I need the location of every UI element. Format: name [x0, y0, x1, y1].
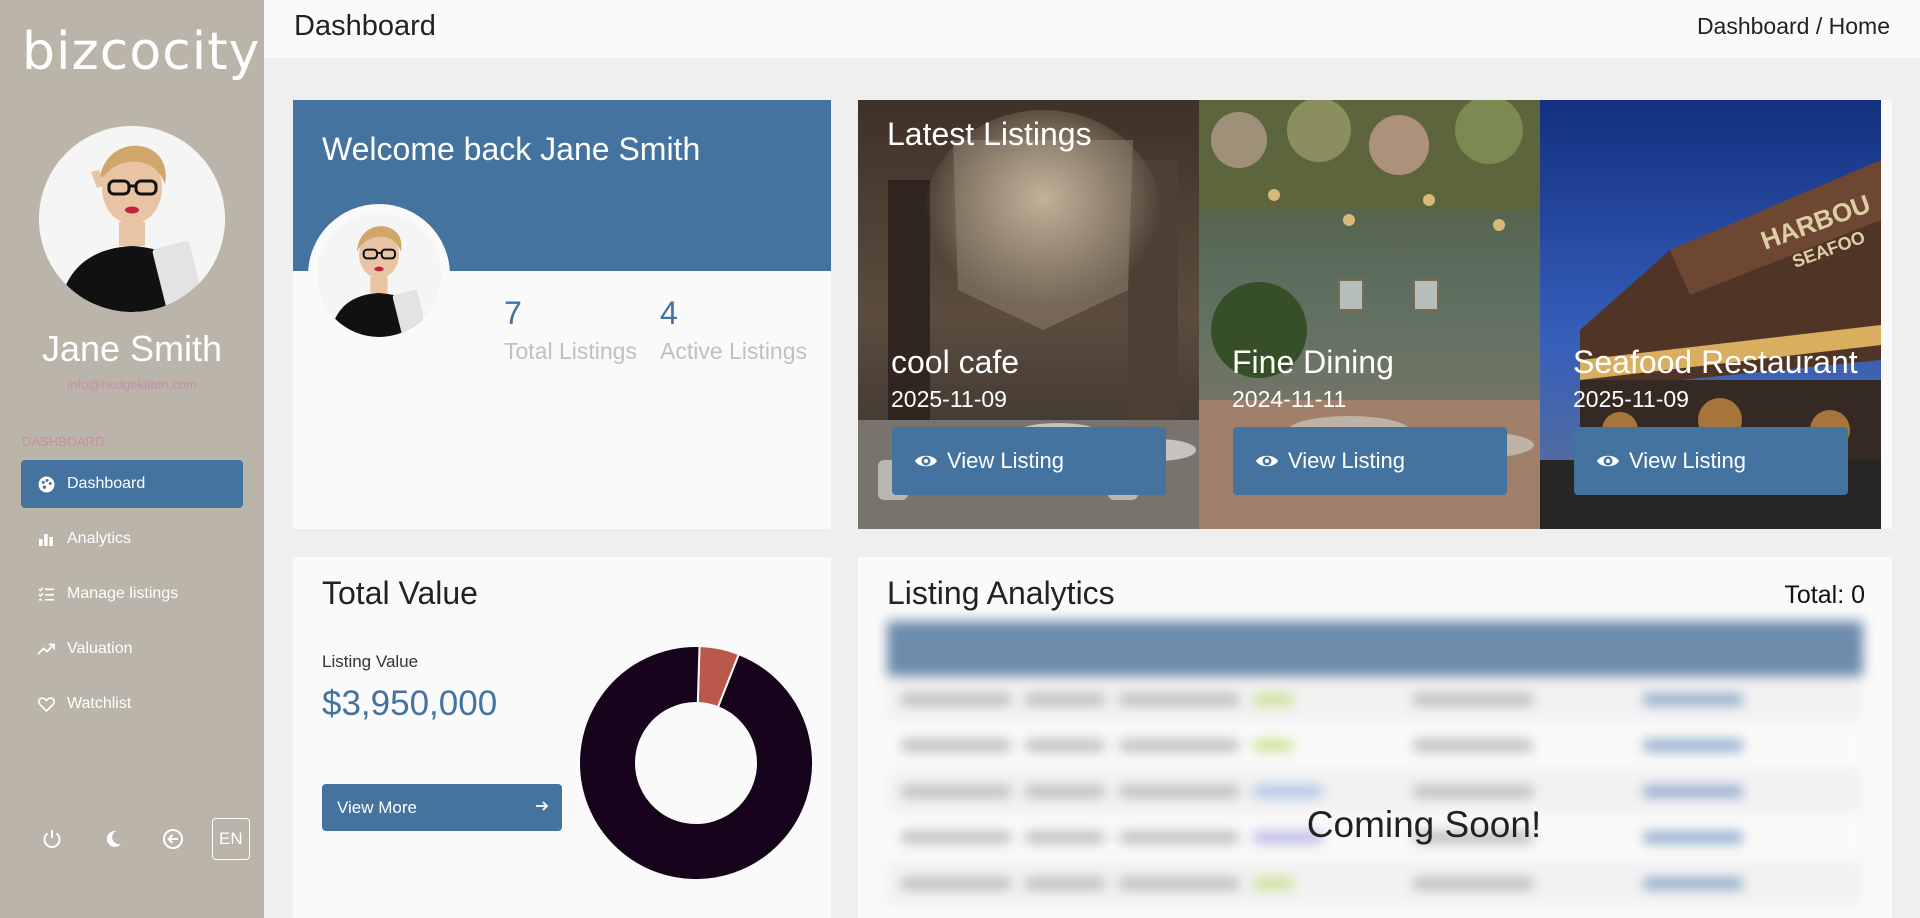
- stat-value: 4: [660, 295, 678, 331]
- welcome-title: Welcome back Jane Smith: [322, 131, 701, 167]
- palette-icon: [35, 473, 57, 495]
- heart-icon: [35, 693, 57, 715]
- collapse-sidebar-button[interactable]: [157, 822, 190, 856]
- sidebar-item-valuation[interactable]: Valuation: [21, 625, 243, 673]
- sidebar-footer: EN: [36, 818, 251, 860]
- moon-icon: [106, 830, 121, 847]
- sidebar-item-label: Watchlist: [67, 695, 132, 712]
- listing-value-label: Listing Value: [322, 652, 419, 671]
- breadcrumb-separator: /: [1809, 13, 1829, 39]
- bar-chart-icon: [35, 528, 57, 550]
- eye-icon: [914, 452, 938, 470]
- table-row: [887, 676, 1863, 722]
- donut-slice-2[interactable]: [578, 645, 814, 881]
- listing-analytics-card: Listing Analytics Total: 0 Coming Soon!: [858, 557, 1892, 918]
- avatar-portrait: [317, 213, 441, 337]
- list-check-icon: [35, 583, 57, 605]
- breadcrumb: Dashboard / Home: [1697, 13, 1890, 40]
- blurred-analytics-table: [887, 621, 1863, 918]
- view-listing-label: View Listing: [947, 448, 1064, 473]
- listing-name: Fine Dining: [1232, 344, 1394, 380]
- view-listing-button[interactable]: View Listing: [892, 427, 1166, 495]
- eye-icon: [1255, 452, 1279, 470]
- user-email: info@hedgekitten.com: [67, 377, 197, 392]
- view-listing-label: View Listing: [1288, 448, 1405, 473]
- table-row: [887, 722, 1863, 768]
- sidebar-section-label: DASHBOARD: [22, 434, 105, 449]
- circle-arrow-left-icon: [163, 829, 184, 849]
- listing-date: 2024-11-11: [1232, 386, 1347, 412]
- avatar[interactable]: [308, 204, 450, 346]
- total-value-title: Total Value: [322, 575, 478, 611]
- listing-value-amount: $3,950,000: [322, 684, 498, 723]
- table-body: [887, 676, 1863, 918]
- top-bar: Dashboard Dashboard / Home: [264, 0, 1920, 58]
- table-row: [887, 860, 1863, 906]
- latest-listings-title: Latest Listings: [887, 116, 1092, 152]
- listing-slide: Fine Dining 2024-11-11 View Listing: [1199, 100, 1540, 529]
- theme-toggle-button[interactable]: [97, 822, 130, 856]
- view-listing-label: View Listing: [1629, 448, 1746, 473]
- listing-date: 2025-11-09: [891, 386, 1007, 412]
- stat-label: Total Listings: [504, 338, 637, 364]
- user-name: Jane Smith: [41, 328, 223, 369]
- arrow-right-icon: [534, 798, 550, 819]
- breadcrumb-dashboard[interactable]: Dashboard: [1697, 13, 1810, 39]
- listing-date: 2025-11-09: [1573, 386, 1689, 412]
- listing-slide: cool cafe 2025-11-09 View Listing: [858, 100, 1199, 529]
- sidebar-item-label: Dashboard: [67, 475, 146, 492]
- avatar[interactable]: [39, 126, 225, 312]
- stat-active-listings: 4 Active Listings: [660, 295, 807, 365]
- listing-analytics-title: Listing Analytics: [887, 575, 1115, 611]
- sidebar-item-analytics[interactable]: Analytics: [21, 515, 243, 563]
- total-value-card: Total Value Listing Value $3,950,000 Vie…: [293, 557, 831, 918]
- power-button[interactable]: [36, 822, 69, 856]
- power-icon: [43, 830, 61, 848]
- value-donut-chart: [578, 645, 814, 881]
- latest-listings-card: Latest Listings cool cafe 2025-11-09 Vie…: [858, 100, 1892, 529]
- listing-slide: HARBOU SEAFOO Seafood Restaurant 2025-11…: [1540, 100, 1881, 529]
- sidebar-item-label: Manage listings: [67, 585, 179, 602]
- sidebar-item-label: Valuation: [67, 640, 133, 657]
- stat-label: Active Listings: [660, 338, 808, 364]
- breadcrumb-home: Home: [1828, 13, 1890, 39]
- sidebar-item-watchlist[interactable]: Watchlist: [21, 680, 243, 728]
- trending-up-icon: [35, 638, 57, 660]
- table-header: [887, 621, 1863, 676]
- view-listing-button[interactable]: View Listing: [1574, 427, 1848, 495]
- listing-analytics-total: Total: 0: [1784, 581, 1865, 609]
- listing-name: Seafood Restaurant: [1573, 344, 1858, 380]
- sidebar-item-manage-listings[interactable]: Manage listings: [21, 570, 243, 618]
- welcome-card: Welcome back Jane Smith 7 Total Listings…: [293, 100, 831, 529]
- view-more-label: View More: [337, 797, 417, 817]
- view-more-button[interactable]: View More: [322, 784, 562, 831]
- stat-value: 7: [504, 295, 522, 331]
- brand-logo[interactable]: bizcocity: [22, 22, 260, 82]
- stat-total-listings: 7 Total Listings: [504, 295, 637, 365]
- sidebar-item-label: Analytics: [67, 530, 132, 547]
- avatar-portrait: [39, 126, 225, 312]
- language-button[interactable]: EN: [211, 818, 251, 860]
- page-title: Dashboard: [294, 10, 436, 42]
- coming-soon-overlay: Coming Soon!: [1306, 804, 1542, 845]
- eye-icon: [1596, 452, 1620, 470]
- sidebar: bizcocity Jane Smith info@hedgekitten.co…: [0, 0, 264, 918]
- listing-name: cool cafe: [891, 344, 1020, 380]
- view-listing-button[interactable]: View Listing: [1233, 427, 1507, 495]
- sidebar-item-dashboard[interactable]: Dashboard: [21, 460, 243, 508]
- sidebar-nav: Dashboard Analytics Manage listings Valu…: [21, 460, 243, 735]
- table-row: [887, 906, 1863, 918]
